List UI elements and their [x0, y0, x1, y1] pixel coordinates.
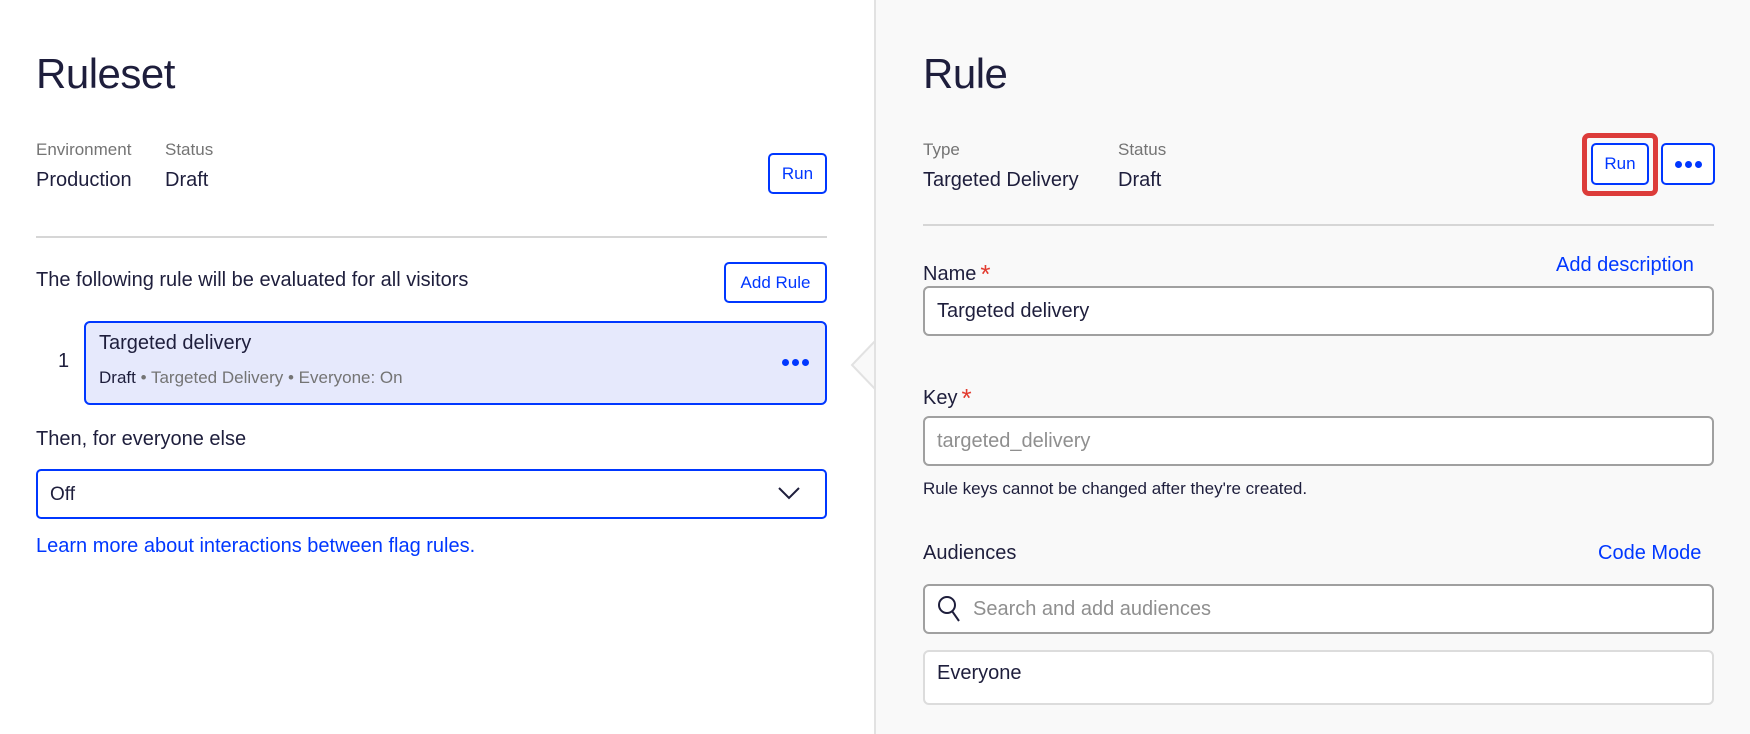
code-mode-link[interactable]: Code Mode: [1598, 542, 1701, 565]
audience-search-input[interactable]: Search and add audiences: [923, 584, 1714, 634]
rule-status: Draft: [99, 368, 136, 387]
more-icon: [1674, 160, 1702, 168]
rule-run-button[interactable]: Run: [1591, 143, 1649, 185]
rule-status-value: Draft: [1118, 169, 1162, 191]
everyone-else-value: Off: [50, 484, 75, 505]
chevron-down-icon: [778, 487, 800, 500]
environment-label: Environment: [36, 140, 132, 159]
name-label-text: Name: [923, 263, 977, 285]
evaluated-text: The following rule will be evaluated for…: [36, 269, 469, 291]
name-input[interactable]: Targeted delivery: [923, 286, 1714, 336]
name-label: Name *: [923, 256, 991, 289]
ruleset-title: Ruleset: [36, 50, 175, 97]
rule-title: Rule: [923, 50, 1008, 97]
rule-index: 1: [58, 350, 70, 372]
rule-type: Targeted Delivery: [150, 368, 284, 387]
search-icon: [938, 596, 960, 622]
key-label-text: Key: [923, 387, 958, 409]
selected-audiences: Everyone: [923, 650, 1714, 705]
rule-type-value: Targeted Delivery: [923, 169, 1079, 191]
ruleset-panel: Ruleset Environment Production Status Dr…: [0, 0, 873, 734]
rule-audience: Everyone: On: [298, 368, 403, 387]
environment-value: Production: [36, 169, 132, 191]
rule-name: Targeted delivery: [99, 332, 252, 354]
ruleset-run-button[interactable]: Run: [768, 153, 827, 194]
divider: [923, 224, 1714, 226]
required-icon: *: [961, 383, 972, 413]
add-description-link[interactable]: Add description: [1556, 254, 1694, 277]
ruleset-status-value: Draft: [165, 169, 209, 191]
rule-more-button[interactable]: [1661, 143, 1715, 185]
audience-item[interactable]: Everyone: [937, 662, 1022, 685]
everyone-else-label: Then, for everyone else: [36, 428, 247, 450]
ruleset-status-label: Status: [165, 140, 214, 159]
learn-more-link[interactable]: Learn more about interactions between fl…: [36, 535, 475, 558]
rule-card[interactable]: Targeted delivery Draft • Targeted Deliv…: [84, 321, 827, 405]
key-label: Key *: [923, 380, 972, 413]
rule-summary: Draft • Targeted Delivery • Everyone: On: [99, 368, 403, 388]
key-help-text: Rule keys cannot be changed after they'r…: [923, 479, 1308, 498]
key-input[interactable]: targeted_delivery: [923, 416, 1714, 466]
everyone-else-select[interactable]: Off: [36, 469, 827, 519]
separator: •: [140, 368, 147, 387]
separator: •: [287, 368, 294, 387]
divider: [36, 236, 827, 238]
required-icon: *: [980, 259, 991, 289]
rule-more-icon[interactable]: [782, 359, 809, 366]
audiences-label: Audiences: [923, 542, 1017, 564]
add-rule-button[interactable]: Add Rule: [724, 262, 827, 303]
rule-status-label: Status: [1118, 140, 1167, 159]
audience-search-placeholder: Search and add audiences: [973, 597, 1211, 620]
rule-type-label: Type: [923, 140, 960, 159]
